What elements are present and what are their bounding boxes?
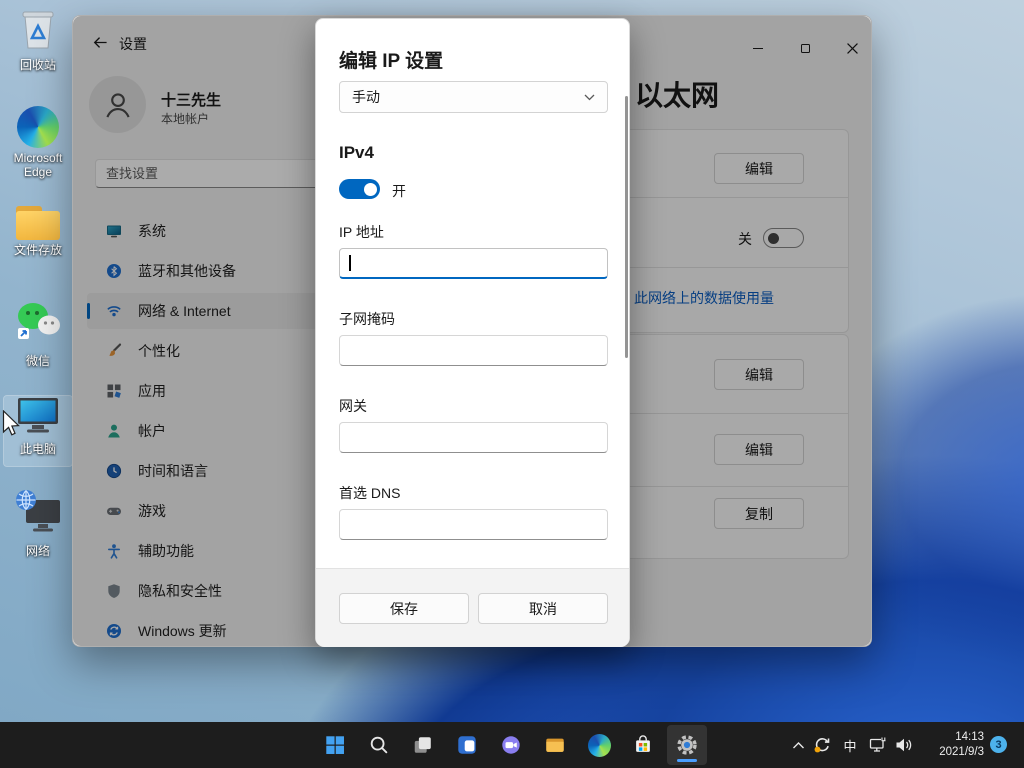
subnet-mask-label: 子网掩码 <box>339 309 395 329</box>
tray-date: 2021/9/3 <box>912 745 984 760</box>
network-status-icon <box>869 736 888 754</box>
chat-icon <box>500 734 522 756</box>
wechat-icon <box>14 300 62 351</box>
desktop-icon-label: 网络 <box>26 544 50 558</box>
desktop-icon-network[interactable]: 网络 <box>4 488 72 558</box>
tray-ime-indicator[interactable]: 中 <box>838 733 862 757</box>
toggle-knob <box>364 183 377 196</box>
tray-chevron-up[interactable] <box>786 733 810 757</box>
save-button[interactable]: 保存 <box>339 593 469 624</box>
gateway-input[interactable] <box>339 422 608 453</box>
tray-update-status[interactable] <box>810 733 834 757</box>
desktop-icon-wechat[interactable]: 微信 <box>4 300 72 368</box>
cancel-button[interactable]: 取消 <box>478 593 608 624</box>
store-icon <box>632 734 654 756</box>
tray-network-icon[interactable] <box>866 733 890 757</box>
widgets-icon <box>456 734 478 756</box>
dialog-title: 编辑 IP 设置 <box>339 46 443 73</box>
notification-badge[interactable]: 3 <box>990 736 1007 753</box>
volume-icon <box>895 737 913 753</box>
ip-address-input[interactable] <box>339 248 608 279</box>
gateway-label: 网关 <box>339 396 367 416</box>
dialog-scrollbar[interactable] <box>625 96 628 358</box>
preferred-dns-label: 首选 DNS <box>339 483 400 503</box>
network-icon <box>14 488 62 541</box>
edge-icon <box>588 734 611 757</box>
task-view-button[interactable] <box>403 725 443 765</box>
chat-button[interactable] <box>491 725 531 765</box>
file-explorer-icon <box>544 734 566 756</box>
preferred-dns-input[interactable] <box>339 509 608 540</box>
chevron-down-icon <box>584 94 595 101</box>
search-button[interactable] <box>359 725 399 765</box>
ipv4-toggle[interactable] <box>339 179 380 199</box>
edge-button[interactable] <box>579 725 619 765</box>
desktop-icon-recycle-bin[interactable]: 回收站 <box>4 8 72 72</box>
text-caret <box>349 255 351 271</box>
widgets-button[interactable] <box>447 725 487 765</box>
update-icon <box>813 736 831 754</box>
dropdown-value: 手动 <box>352 87 584 107</box>
chevron-up-icon <box>792 741 805 750</box>
active-app-indicator <box>677 759 697 762</box>
ipv4-toggle-label: 开 <box>392 181 406 201</box>
search-icon <box>368 734 390 756</box>
desktop: 回收站 Microsoft Edge 文件存放 微信 <box>0 0 1024 768</box>
ipv4-heading: IPv4 <box>339 143 374 163</box>
edit-ip-settings-dialog: 编辑 IP 设置 手动 IPv4 开 IP 地址 子网掩码 网关 首选 DNS … <box>315 18 630 646</box>
this-pc-icon <box>15 396 61 439</box>
desktop-icon-label: Microsoft Edge <box>4 151 72 179</box>
desktop-icon-edge[interactable]: Microsoft Edge <box>4 106 72 179</box>
edge-icon <box>17 106 59 148</box>
file-explorer-button[interactable] <box>535 725 575 765</box>
dialog-footer: 保存 取消 <box>316 568 629 647</box>
desktop-icon-label: 微信 <box>26 354 50 368</box>
mouse-cursor <box>2 410 20 438</box>
tray-clock[interactable]: 14:13 2021/9/3 <box>912 730 984 760</box>
settings-gear-icon <box>675 733 699 757</box>
start-button[interactable] <box>315 725 355 765</box>
ip-address-label: IP 地址 <box>339 222 384 242</box>
task-view-icon <box>412 734 434 756</box>
folder-icon <box>16 206 60 240</box>
subnet-mask-input[interactable] <box>339 335 608 366</box>
store-button[interactable] <box>623 725 663 765</box>
recycle-bin-icon <box>18 8 58 55</box>
desktop-icon-file-storage[interactable]: 文件存放 <box>4 206 72 257</box>
ip-mode-dropdown[interactable]: 手动 <box>339 81 608 113</box>
start-icon <box>324 734 346 756</box>
tray-time: 14:13 <box>912 730 984 745</box>
desktop-icon-label: 此电脑 <box>20 442 56 456</box>
ime-label: 中 <box>843 736 856 755</box>
desktop-icon-label: 文件存放 <box>14 243 62 257</box>
desktop-icon-label: 回收站 <box>20 58 56 72</box>
taskbar: 中 14:13 2021/9/3 3 <box>0 722 1024 768</box>
